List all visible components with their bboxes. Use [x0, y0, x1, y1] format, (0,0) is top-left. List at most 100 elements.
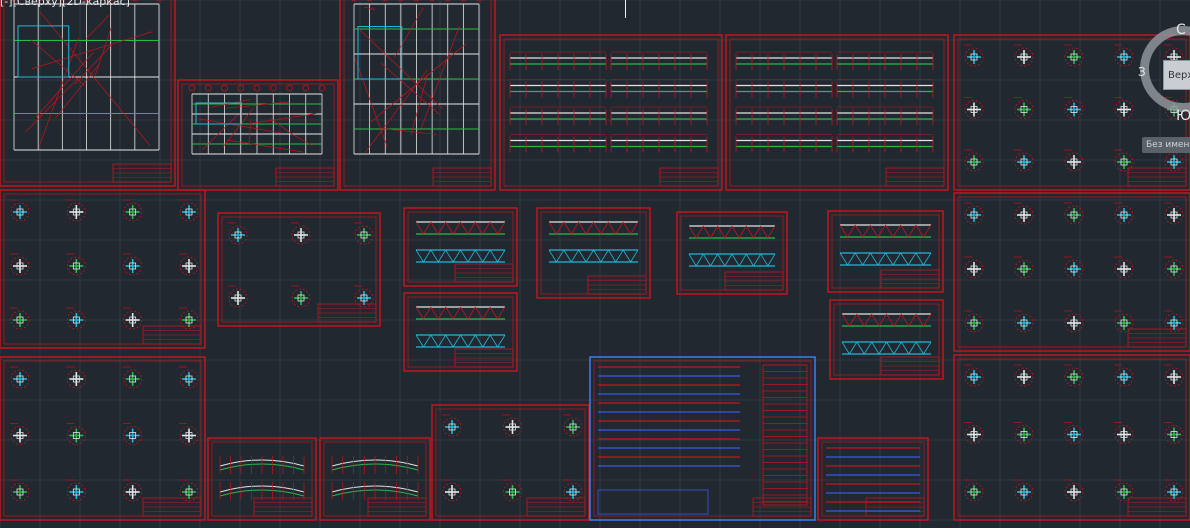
truss-diagonal — [622, 249, 631, 263]
truss-diagonal — [885, 252, 894, 266]
truss-diagonal — [622, 221, 631, 235]
truss-diagonal — [907, 224, 917, 238]
compass-south-label[interactable]: Ю — [1176, 108, 1190, 124]
truss-diagonal — [497, 306, 506, 320]
bracing-outline — [17, 25, 70, 78]
visual-style-menu[interactable]: [2D-каркас] — [62, 0, 130, 8]
truss-diagonal — [430, 306, 439, 320]
truss-diagonal — [489, 334, 498, 348]
truss-diagonal — [437, 334, 447, 348]
viewcube-top-face[interactable]: Верх — [1163, 60, 1190, 90]
truss-diagonal — [702, 253, 711, 267]
truss-diagonal — [585, 221, 594, 235]
truss-diagonal — [877, 252, 886, 266]
truss-diagonal — [893, 341, 902, 355]
stamp-block — [597, 489, 709, 515]
sheet-inner-border — [221, 216, 377, 323]
truss-diagonal — [474, 249, 484, 263]
axis-bubble — [237, 84, 245, 92]
truss-diagonal — [437, 221, 447, 235]
truss-diagonal — [760, 225, 769, 239]
truss-diagonal — [923, 252, 932, 266]
truss-diagonal — [482, 334, 491, 348]
sheet-inner-border — [831, 214, 940, 289]
view-direction-menu[interactable]: [Сверху] — [13, 0, 63, 8]
truss-diagonal — [717, 225, 726, 239]
truss-diagonal — [563, 221, 572, 235]
truss-diagonal — [923, 341, 932, 355]
truss-diagonal — [760, 253, 769, 267]
truss-diagonal — [474, 334, 484, 348]
sheet-frame — [319, 437, 431, 521]
truss-diagonal — [430, 334, 439, 348]
truss-diagonal — [423, 334, 432, 348]
truss-diagonal — [578, 249, 587, 263]
dimension-line — [25, 77, 79, 133]
truss-diagonal — [474, 221, 484, 235]
viewport-controls-label: [-][Сверху][2D-каркас] — [0, 0, 130, 8]
truss-diagonal — [489, 306, 498, 320]
truss-diagonal — [724, 253, 733, 267]
truss-diagonal — [452, 306, 461, 320]
truss-diagonal — [600, 249, 609, 263]
truss-diagonal — [849, 341, 858, 355]
truss-diagonal — [452, 249, 461, 263]
dimension-line — [227, 139, 304, 153]
truss-diagonal — [886, 341, 895, 355]
truss-diagonal — [474, 306, 484, 320]
truss-diagonal — [847, 224, 856, 238]
truss-diagonal — [423, 221, 432, 235]
cad-canvas[interactable] — [0, 0, 1190, 528]
truss-diagonal — [731, 253, 740, 267]
truss-diagonal — [923, 224, 932, 238]
truss-diagonal — [630, 221, 639, 235]
truss-diagonal — [767, 253, 776, 267]
truss-diagonal — [437, 306, 447, 320]
sheet-frame — [0, 0, 176, 187]
truss-diagonal — [467, 306, 476, 320]
sheet-inner-border — [680, 215, 784, 291]
viewcube[interactable]: С З Ю Верх Без имени — [1120, 18, 1190, 153]
truss-diagonal — [717, 253, 726, 267]
truss-diagonal — [585, 249, 594, 263]
axis-bubble — [253, 84, 261, 92]
axis-bubble — [269, 84, 277, 92]
truss-diagonal — [445, 306, 454, 320]
truss-diagonal — [738, 253, 747, 267]
crosshair-cursor — [625, 0, 626, 18]
dimension-line — [39, 11, 151, 146]
truss-diagonal — [731, 225, 740, 239]
truss-diagonal — [839, 224, 848, 238]
truss-diagonal — [767, 225, 776, 239]
drawing-viewport[interactable]: [-][Сверху][2D-каркас] С З Ю Верх Без им… — [0, 0, 1190, 528]
truss-diagonal — [489, 221, 498, 235]
truss-diagonal — [423, 306, 432, 320]
truss-diagonal — [869, 252, 879, 266]
truss-diagonal — [900, 341, 910, 355]
axis-bubble — [286, 84, 293, 92]
truss-diagonal — [467, 249, 476, 263]
truss-diagonal — [839, 252, 848, 266]
truss-diagonal — [900, 252, 909, 266]
truss-diagonal — [854, 224, 864, 238]
sheet-inner-border — [3, 193, 202, 345]
truss-diagonal — [445, 249, 454, 263]
sheet-inner-border — [435, 408, 586, 517]
truss-diagonal — [607, 249, 617, 263]
truss-diagonal — [695, 225, 704, 239]
truss-diagonal — [467, 334, 476, 348]
compass-north-label[interactable]: С — [1176, 22, 1186, 38]
truss-diagonal — [630, 249, 639, 263]
truss-diagonal — [445, 334, 454, 348]
compass-west-label[interactable]: З — [1138, 65, 1146, 79]
viewport-menu[interactable]: [-] — [0, 0, 13, 8]
truss-diagonal — [482, 249, 491, 263]
truss-diagonal — [862, 252, 871, 266]
sheet-frame — [0, 356, 206, 521]
sheet-frame — [0, 189, 206, 349]
truss-diagonal — [907, 252, 917, 266]
truss-diagonal — [548, 249, 557, 263]
truss-diagonal — [892, 224, 902, 238]
truss-diagonal — [856, 341, 865, 355]
ucs-menu-button[interactable]: Без имени — [1142, 137, 1190, 153]
